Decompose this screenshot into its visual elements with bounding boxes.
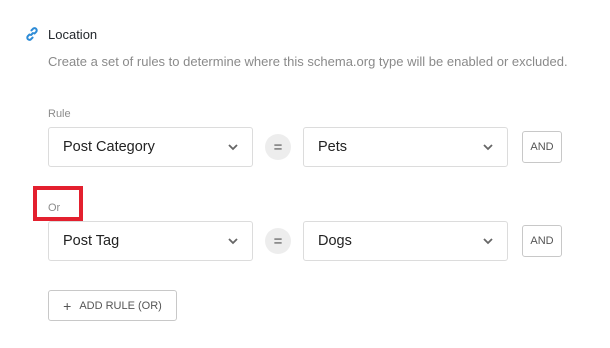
rule-value-text: Pets xyxy=(318,139,348,155)
link-icon xyxy=(24,26,40,42)
rule-field-value: Post Tag xyxy=(63,233,120,249)
rule-field-select[interactable]: Post Tag xyxy=(48,221,253,261)
rule-group-label: Rule xyxy=(48,108,71,120)
section-description: Create a set of rules to determine where… xyxy=(48,54,568,69)
operator-badge: = xyxy=(265,134,291,160)
chevron-down-icon xyxy=(481,140,495,154)
section-header: Location xyxy=(24,26,97,42)
and-button[interactable]: AND xyxy=(522,225,562,257)
rule-value-text: Dogs xyxy=(318,233,352,249)
rule-value-select[interactable]: Dogs xyxy=(303,221,508,261)
add-rule-button[interactable]: + ADD RULE (OR) xyxy=(48,290,177,321)
plus-icon: + xyxy=(63,297,72,314)
operator-badge: = xyxy=(265,228,291,254)
and-button[interactable]: AND xyxy=(522,131,562,163)
rule-field-value: Post Category xyxy=(63,139,155,155)
rule-field-select[interactable]: Post Category xyxy=(48,127,253,167)
chevron-down-icon xyxy=(226,234,240,248)
rule-value-select[interactable]: Pets xyxy=(303,127,508,167)
chevron-down-icon xyxy=(481,234,495,248)
chevron-down-icon xyxy=(226,140,240,154)
or-group-label: Or xyxy=(48,202,61,214)
add-rule-label: ADD RULE (OR) xyxy=(79,299,162,312)
section-title: Location xyxy=(48,26,98,42)
